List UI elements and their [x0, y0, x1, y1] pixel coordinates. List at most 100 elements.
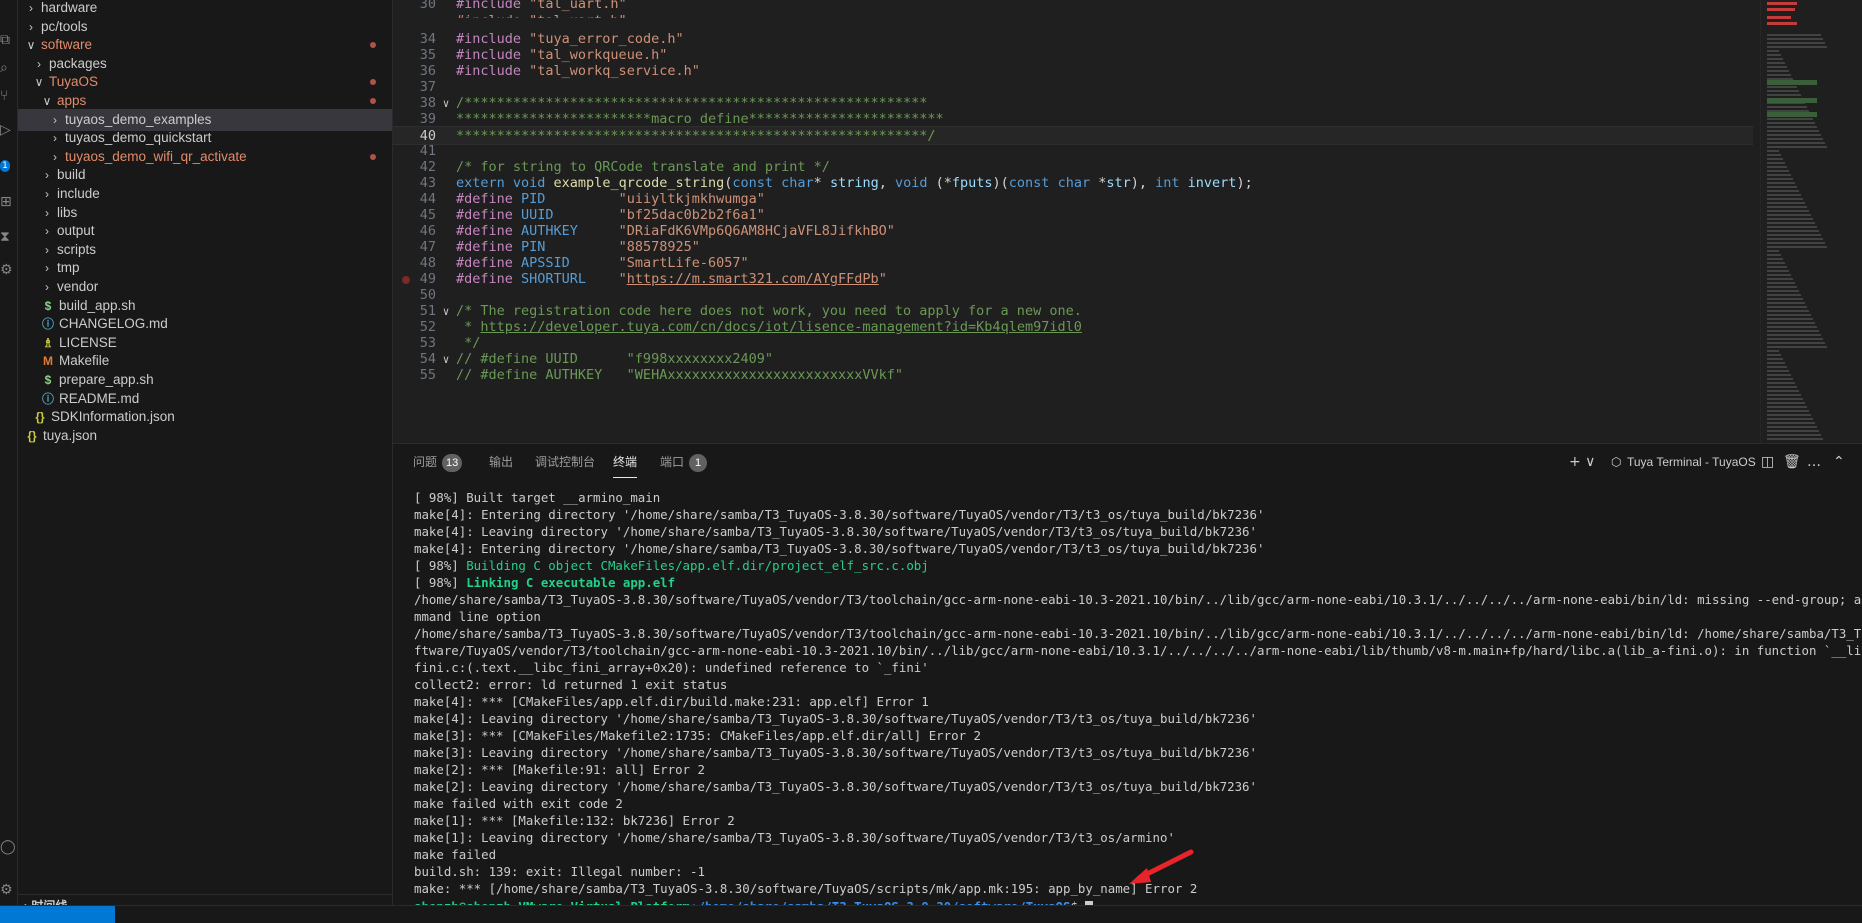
terminal-line: make[2]: *** [Makefile:91: all] Error 2 [414, 762, 705, 777]
minimap-line [1767, 174, 1791, 176]
trash-icon[interactable]: 🗑 [1783, 444, 1801, 480]
breakpoint-icon[interactable] [402, 276, 410, 284]
minimap-line [1767, 322, 1815, 324]
code-token: #include [456, 47, 530, 63]
search-icon[interactable]: ⌕ [0, 56, 18, 80]
code-editor[interactable]: 30#include "tal_uart.h"#include "tal_uar… [393, 0, 1862, 443]
panel-tab[interactable]: 端口 1 [660, 444, 708, 480]
tree-item-label: software [41, 37, 93, 53]
code-token[interactable]: https://developer.tuya.com/cn/docs/iot/l… [480, 319, 1081, 335]
terminal-line: make[1]: Leaving directory '/home/share/… [414, 830, 1175, 845]
line-number: 55 [419, 367, 436, 383]
terminal-line: make[1]: *** [Makefile:132: bk7236] Erro… [414, 813, 735, 828]
code-token: ), [1130, 175, 1156, 191]
minimap[interactable] [1760, 0, 1862, 443]
remote-indicator[interactable] [0, 906, 115, 923]
tree-item-label: tuyaos_demo_quickstart [65, 130, 212, 146]
minimap-line [1767, 402, 1805, 404]
source-control-icon[interactable]: ⑂ [0, 84, 18, 108]
minimap-line [1767, 270, 1789, 272]
code-token: void [512, 175, 554, 191]
minimap-error-mark [1767, 16, 1791, 19]
minimap-line [1767, 326, 1817, 328]
terminal-name[interactable]: Tuya Terminal - TuyaOS [1627, 444, 1756, 480]
minimap-line [1767, 214, 1811, 216]
minimap-line [1767, 370, 1789, 372]
tree-item-label: packages [49, 55, 107, 71]
panel-tab[interactable]: 调试控制台 [535, 444, 595, 480]
code-token[interactable]: https://m.smart321.com/AYgFFdPb [627, 271, 879, 287]
code-token: PID [521, 191, 619, 207]
panel-tab-label: 终端 [613, 455, 638, 469]
panel-tab-label: 端口 [660, 455, 685, 469]
terminal-line: make failed with exit code 2 [414, 796, 623, 811]
code-token: AUTHKEY [521, 223, 619, 239]
minimap-line [1767, 366, 1787, 368]
code-token: str [1106, 175, 1131, 191]
minimap-line [1767, 138, 1823, 140]
plus-icon[interactable]: + ∨ [1569, 444, 1595, 480]
tree-item-label: vendor [57, 279, 99, 294]
minimap-line [1767, 342, 1825, 344]
terminal-line: make[2]: Leaving directory '/home/share/… [414, 779, 1257, 794]
minimap-line [1767, 414, 1811, 416]
tree-item-label: build [57, 167, 86, 183]
code-line: #include "tal_uart.h" [393, 12, 1753, 18]
tree-item-label: output [57, 223, 95, 239]
minimap-line [1767, 218, 1813, 220]
remote-icon[interactable]: ⧗ [0, 225, 18, 249]
code-token: "tal_workq_service.h" [529, 63, 700, 79]
split-editor-icon[interactable]: ◫ [1761, 444, 1774, 480]
minimap-line [1767, 206, 1807, 208]
minimap-line [1767, 62, 1785, 64]
minimap-line [1767, 146, 1827, 148]
code-token: void [894, 175, 936, 191]
terminal-line-status: Linking C executable app.elf [466, 575, 676, 590]
code-content: #include "tal_uart.h" [456, 12, 627, 18]
code-token: const [1008, 175, 1058, 191]
panel-tab-badge: 13 [442, 453, 463, 472]
modified-dot-icon [370, 79, 376, 86]
run-debug-icon[interactable]: ▷ [0, 118, 18, 142]
tree-item-label: Makefile [59, 353, 110, 369]
files-icon[interactable]: ⧉ [0, 28, 18, 52]
code-token: #include "tal_uart.h" [456, 13, 627, 18]
account-icon[interactable]: ◯ [0, 835, 18, 859]
code-token: #define [456, 191, 522, 207]
minimap-line [1767, 290, 1799, 292]
settings-gear-icon[interactable]: ⚙ [0, 878, 18, 902]
minimap-line [1767, 338, 1823, 340]
tree-item-label: tuya.json [43, 427, 98, 443]
activity-bar: ⧉ ⌕ ⑂ ▷ 1 ⊞ ⧗ ⚙ ◯ ⚙ [0, 0, 18, 905]
panel-tab[interactable]: 终端 [613, 444, 638, 478]
terminal-line-status: Building C object CMakeFiles/app.elf.dir… [466, 558, 929, 573]
explorer-sidebar: › hardware › pc/tools ∨ software › packages ∨ Tuy… [18, 0, 393, 913]
tuya-icon[interactable]: ⚙ [0, 258, 18, 282]
minimap-line [1767, 422, 1815, 424]
panel-tab[interactable]: 输出 [489, 444, 513, 480]
tree-item[interactable]: {} tuya.json [18, 425, 392, 447]
code-token: #define [456, 271, 522, 287]
minimap-line [1767, 278, 1793, 280]
terminal-line: make[4]: *** [CMakeFiles/app.elf.dir/bui… [414, 694, 929, 709]
chevron-up-icon[interactable]: ⌃ [1833, 444, 1845, 480]
terminal-line: /home/share/samba/T3_TuyaOS-3.8.30/softw… [414, 592, 1862, 607]
minimap-line [1767, 314, 1811, 316]
terminal-output[interactable]: [ 98%] Built target __armino_main make[4]… [414, 489, 1862, 906]
minimap-line [1767, 242, 1825, 244]
minimap-line [1767, 50, 1779, 52]
minimap-line [1767, 134, 1821, 136]
panel-tab[interactable]: 问题 13 [413, 444, 463, 480]
more-icon[interactable]: … [1807, 444, 1821, 480]
terminal-line: [ 98%] Building C object CMakeFiles/app.… [414, 557, 929, 574]
extensions-icon[interactable]: ⊞ [0, 190, 18, 214]
tree-item-label: prepare_app.sh [59, 372, 154, 387]
minimap-line [1767, 350, 1779, 352]
minimap-error-mark [1767, 22, 1797, 25]
minimap-line [1767, 294, 1801, 296]
code-token: " [878, 271, 887, 287]
minimap-line [1767, 118, 1813, 120]
terminal-line: make[4]: Entering directory '/home/share… [414, 541, 1265, 556]
minimap-highlight [1767, 80, 1817, 85]
panel-tab-label: 调试控制台 [535, 455, 596, 469]
